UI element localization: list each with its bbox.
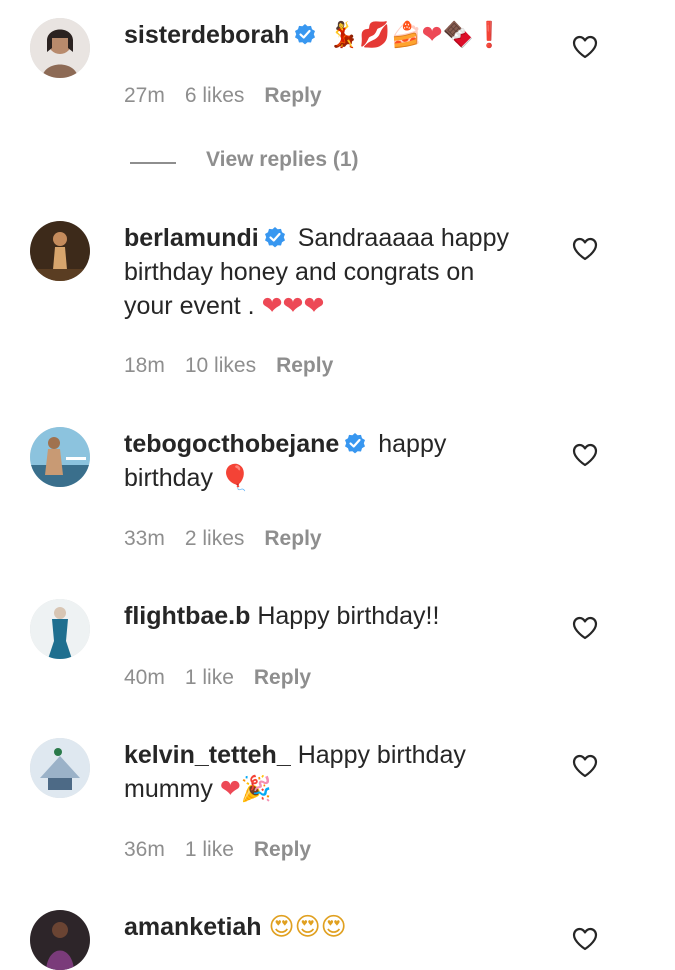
avatar-image bbox=[30, 221, 90, 281]
like-heart-icon[interactable] bbox=[572, 443, 598, 467]
like-heart-icon[interactable] bbox=[572, 927, 598, 951]
avatar-image bbox=[30, 599, 90, 659]
comment-username[interactable]: tebogocthobejane bbox=[124, 430, 339, 458]
verified-badge-icon bbox=[343, 431, 367, 455]
comment-time: 18m bbox=[124, 354, 165, 377]
comment-emoji: 😍😍😍 bbox=[268, 912, 347, 941]
comment-meta: 36m 1 like Reply bbox=[124, 838, 331, 862]
comment-meta: 33m 2 likes Reply bbox=[124, 527, 342, 551]
like-heart-icon[interactable] bbox=[572, 35, 598, 59]
reply-button[interactable]: Reply bbox=[254, 838, 311, 861]
like-heart-icon[interactable] bbox=[572, 237, 598, 261]
reply-button[interactable]: Reply bbox=[254, 666, 311, 689]
comment-text: Happy birthday!! bbox=[257, 602, 440, 630]
comment-meta: 27m 6 likes Reply bbox=[124, 84, 342, 108]
avatar[interactable] bbox=[30, 910, 90, 970]
comment-emoji: 💃💋🍰❤🍫❗ bbox=[328, 20, 505, 49]
comment-time: 40m bbox=[124, 666, 165, 689]
comment-emoji: ❤🎉 bbox=[219, 774, 272, 803]
avatar[interactable] bbox=[30, 221, 90, 281]
comment-username[interactable]: berlamundi bbox=[124, 224, 259, 252]
comment-meta: 18m 10 likes Reply bbox=[124, 354, 353, 378]
comment-likes[interactable]: 6 likes bbox=[185, 84, 245, 107]
reply-button[interactable]: Reply bbox=[264, 84, 321, 107]
comment-username[interactable]: amanketiah bbox=[124, 913, 262, 941]
avatar[interactable] bbox=[30, 427, 90, 487]
verified-badge-icon bbox=[293, 22, 317, 46]
comment-username[interactable]: kelvin_tetteh_ bbox=[124, 741, 291, 769]
verified-badge-icon bbox=[263, 225, 287, 249]
avatar[interactable] bbox=[30, 18, 90, 78]
comment-time: 33m bbox=[124, 527, 165, 550]
comment-emoji: ❤❤❤ bbox=[261, 291, 325, 320]
comment-time: 27m bbox=[124, 84, 165, 107]
comment-likes[interactable]: 1 like bbox=[185, 666, 234, 689]
like-heart-icon[interactable] bbox=[572, 616, 598, 640]
avatar[interactable] bbox=[30, 738, 90, 798]
comment-time: 36m bbox=[124, 838, 165, 861]
avatar-image bbox=[30, 910, 90, 970]
avatar[interactable] bbox=[30, 599, 90, 659]
view-replies-label: View replies (1) bbox=[206, 148, 359, 171]
comment-meta: 40m 1 like Reply bbox=[124, 666, 331, 690]
comment-likes[interactable]: 1 like bbox=[185, 838, 234, 861]
comment-likes[interactable]: 10 likes bbox=[185, 354, 256, 377]
reply-button[interactable]: Reply bbox=[276, 354, 333, 377]
comment-username[interactable]: flightbae.b bbox=[124, 602, 250, 630]
view-replies-divider bbox=[130, 162, 176, 164]
like-heart-icon[interactable] bbox=[572, 754, 598, 778]
avatar-image bbox=[30, 18, 90, 78]
comment-likes[interactable]: 2 likes bbox=[185, 527, 245, 550]
avatar-image bbox=[30, 427, 90, 487]
reply-button[interactable]: Reply bbox=[264, 527, 321, 550]
avatar-image bbox=[30, 738, 90, 798]
comment-username[interactable]: sisterdeborah bbox=[124, 21, 289, 49]
comment-emoji: 🎈 bbox=[219, 463, 252, 492]
